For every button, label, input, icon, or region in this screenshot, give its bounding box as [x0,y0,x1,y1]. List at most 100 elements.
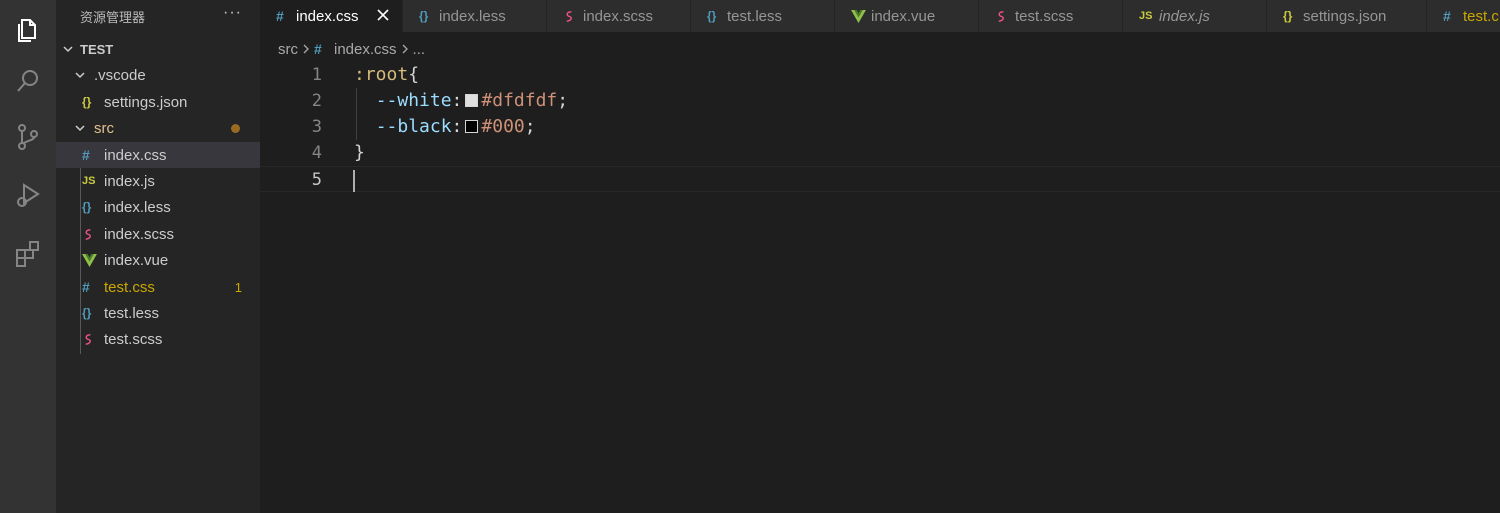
tree-root-test[interactable]: TEST [56,36,260,62]
tab-test-css[interactable]: # test.c [1427,0,1500,32]
tab-label: test.c [1463,7,1499,25]
tab-label: test.less [727,7,783,25]
tree-folder-src[interactable]: src [56,115,260,141]
tree-folder-label: src [94,119,114,137]
css-value: #000 [481,116,525,137]
activity-bar [0,0,56,513]
tree-file-label: test.scss [104,330,163,348]
tree-file-label: index.css [104,146,167,164]
tab-settings-json[interactable]: {} settings.json [1267,0,1427,32]
tab-index-scss[interactable]: index.scss [547,0,691,32]
less-file-icon: {} [707,9,717,23]
code-editor[interactable]: 1 :root{ 2 --white: #dfdfdf; 3 --black: #0… [260,62,1500,513]
chevron-right-icon [298,44,314,54]
close-icon[interactable] [374,6,392,24]
sass-file-icon [82,228,104,241]
extensions-icon[interactable] [0,224,56,282]
search-icon[interactable] [0,52,56,110]
semicolon: ; [524,116,536,137]
less-file-icon: {} [82,200,92,214]
tab-label: index.less [439,7,506,25]
js-file-icon: JS [82,175,96,187]
tree-file-test-css[interactable]: # test.css 1 [56,274,260,300]
tab-index-js[interactable]: JS index.js [1123,0,1267,32]
code-line: 1 :root{ [260,62,1500,88]
semicolon: ; [557,90,569,111]
chevron-down-icon [72,122,88,134]
chevron-down-icon [60,43,76,55]
code-text: :root{ [354,62,419,88]
source-control-icon[interactable] [0,108,56,166]
line-number: 3 [311,117,322,137]
open-brace: { [408,64,420,85]
css-property: --black [375,116,452,137]
breadcrumb-folder[interactable]: src [278,41,298,58]
tree-file-label: index.less [104,198,171,216]
problem-count-badge: 1 [234,279,242,295]
line-number: 4 [311,143,322,163]
sass-file-icon [995,10,1015,23]
json-file-icon: {} [1283,9,1293,23]
tree-file-index-less[interactable]: {} index.less [56,194,260,220]
more-actions-button[interactable]: ··· [223,4,242,22]
explorer-icon[interactable] [0,0,56,58]
sidebar-header: 资源管理器 ··· [56,0,260,32]
vue-file-icon [82,253,104,267]
less-file-icon: {} [419,9,429,23]
tree-folder-label: .vscode [94,66,146,84]
sass-file-icon [82,333,104,346]
tree-file-label: test.less [104,304,160,322]
chevron-down-icon [72,69,88,81]
line-number: 1 [311,65,322,85]
css-value: #dfdfdf [481,90,558,111]
tree-root-label: TEST [80,41,114,57]
js-file-icon: JS [1139,10,1153,22]
breadcrumb-symbol[interactable]: ... [413,41,426,58]
tree-file-label: settings.json [104,93,188,111]
tree-file-label: index.js [104,172,155,190]
sass-file-icon [563,10,583,23]
color-swatch-icon[interactable] [465,120,479,133]
code-line-current: 5 [260,166,1500,192]
code-line: 4 } [260,140,1500,166]
tree-file-index-js[interactable]: JS index.js [56,168,260,194]
tab-label: index.css [296,7,359,25]
sidebar-title: 资源管理器 [80,11,146,26]
text-cursor [353,170,355,192]
code-text: --black: #000; [354,114,536,140]
breadcrumb-file[interactable]: index.css [334,41,397,58]
line-number: 5 [311,170,322,190]
tab-label: index.vue [871,7,936,25]
less-file-icon: {} [82,306,92,320]
tree-file-index-vue[interactable]: index.vue [56,247,260,273]
color-swatch-icon[interactable] [465,94,479,107]
code-text: } [354,140,365,166]
css-file-icon: # [276,8,284,24]
tree-folder-vscode[interactable]: .vscode [56,62,260,88]
tree-file-settings-json[interactable]: {} settings.json [56,89,260,115]
tree-file-test-less[interactable]: {} test.less [56,300,260,326]
tab-index-vue[interactable]: index.vue [835,0,979,32]
code-line: 2 --white: #dfdfdf; [260,88,1500,114]
run-debug-icon[interactable] [0,166,56,224]
tab-label: index.scss [583,7,654,25]
tree-file-label: index.scss [104,225,175,243]
tab-index-css[interactable]: # index.css [260,0,403,32]
close-brace: } [354,142,365,163]
tab-index-less[interactable]: {} index.less [403,0,547,32]
explorer-sidebar: 资源管理器 ··· TEST .vscode {} settings.json [56,0,260,513]
code-text: --white: #dfdfdf; [354,88,568,114]
tree-file-label: test.css [104,278,155,296]
vue-file-icon [851,9,871,23]
tree-file-label: index.vue [104,251,169,269]
tree-file-index-css[interactable]: # index.css [56,142,260,168]
tab-label: index.js [1159,7,1210,25]
tab-test-scss[interactable]: test.scss [979,0,1123,32]
code-line: 3 --black: #000; [260,114,1500,140]
css-property: --white [375,90,452,111]
tree-file-index-scss[interactable]: index.scss [56,221,260,247]
tree-file-test-scss[interactable]: test.scss [56,326,260,352]
tab-test-less[interactable]: {} test.less [691,0,835,32]
colon: : [451,90,463,111]
modified-dot-icon [231,123,240,133]
